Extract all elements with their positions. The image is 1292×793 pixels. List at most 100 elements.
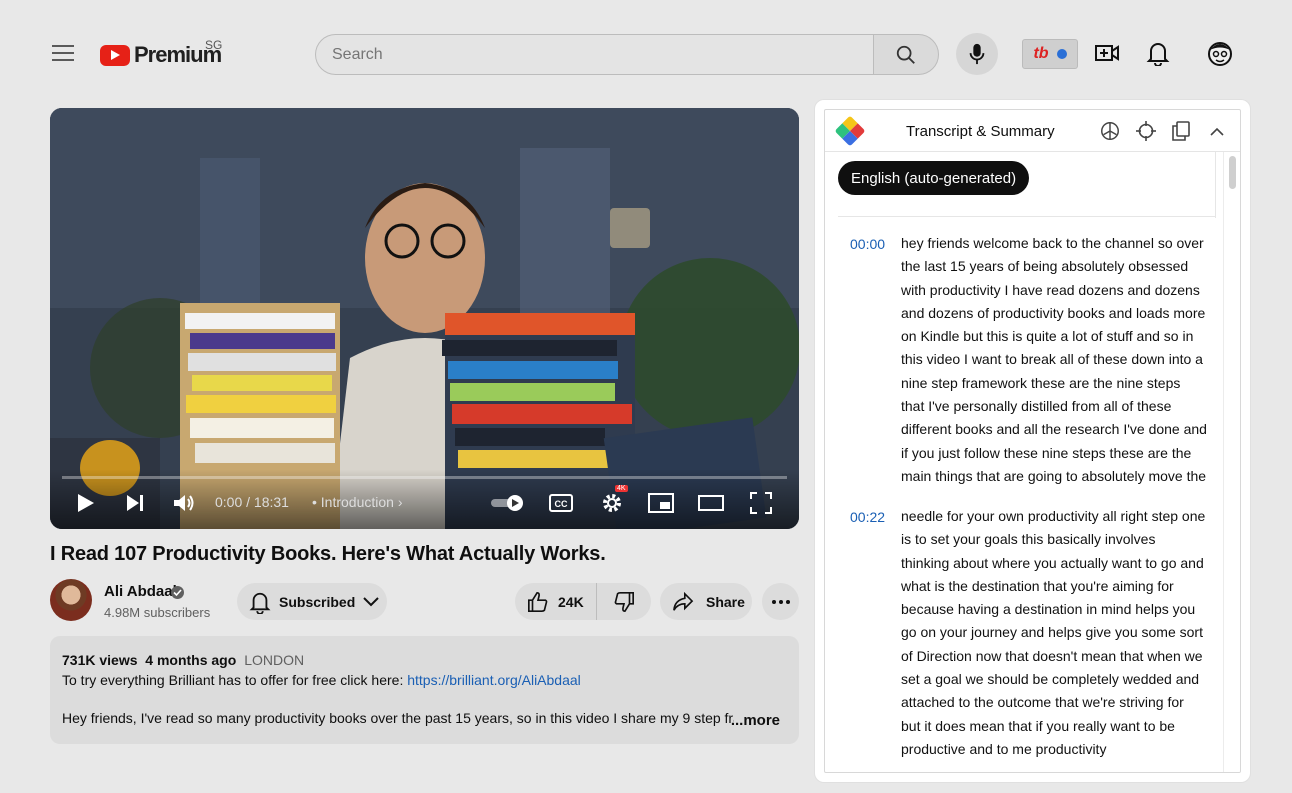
description-line: To try everything Brilliant has to offer… [62,672,787,688]
chapter-title[interactable]: • Introduction › [312,494,403,510]
extension-logo-icon: tb [1033,45,1049,62]
brilliant-link[interactable]: https://brilliant.org/AliAbdaal [407,672,581,688]
notifications-button[interactable] [1146,40,1172,68]
description-text: Hey friends, I've read so many productiv… [62,710,734,726]
captions-button[interactable]: CC [549,489,573,517]
autoplay-icon [491,495,523,511]
scrollbar-thumb[interactable] [1229,156,1236,189]
share-button[interactable]: Share [660,583,752,620]
volume-button[interactable] [172,489,196,517]
transcript-panel-inner: Transcript & Summary English (auto-gener… [824,109,1241,773]
share-icon [673,591,694,611]
extension-button[interactable]: tb [1022,39,1078,69]
chatgpt-icon [1101,122,1119,140]
divider [838,216,1216,217]
thumbs-down-icon [614,591,634,612]
avatar-icon [1208,42,1232,66]
channel-name[interactable]: Ali Abdaal [104,583,177,600]
video-player[interactable]: 0:00 / 18:31 • Introduction › CC 4K [50,108,799,529]
verified-badge-icon [171,586,184,599]
play-icon [78,494,94,512]
settings-button[interactable]: 4K [598,485,628,517]
extension-status-dot [1056,49,1067,59]
bell-icon [1146,43,1170,67]
like-dislike-group: 24K [515,583,651,620]
location-label: LONDON [244,652,305,668]
chevron-down-icon [363,596,379,606]
menu-button[interactable] [50,40,76,66]
segment-text: hey friends welcome back to the channel … [901,235,1207,484]
chatgpt-summary-button[interactable] [1099,120,1121,142]
channel-avatar[interactable] [50,579,92,621]
upload-age: 4 months ago [145,652,237,668]
segment-timestamp[interactable]: 00:22 [850,509,885,525]
copy-transcript-button[interactable] [1170,120,1192,142]
search-button[interactable] [873,34,939,75]
miniplayer-icon [648,493,674,513]
divider [1215,152,1216,218]
subscribed-label: Subscribed [279,593,356,610]
more-actions-button[interactable] [762,583,799,620]
transcript-scrollbar[interactable] [1223,152,1240,772]
search-icon [896,45,915,64]
dislike-button[interactable] [597,583,651,620]
miniplayer-button[interactable] [648,489,674,517]
theater-icon [698,495,724,511]
quality-badge: 4K [615,485,628,492]
progress-bar[interactable] [62,476,787,479]
youtube-premium-logo[interactable]: Premium SG [100,38,222,68]
player-controls: 0:00 / 18:31 • Introduction › CC 4K [50,469,799,529]
bell-icon [249,592,271,614]
locate-timestamp-button[interactable] [1135,120,1157,142]
thumbs-up-icon [528,591,548,612]
description-meta: 731K views 4 months ago LONDON [62,652,787,668]
logo-region: SG [205,38,223,52]
copy-icon [1172,121,1190,141]
extension-logo-icon [834,115,866,147]
more-horizontal-icon [771,599,790,604]
menu-icon-line [52,59,74,61]
search-input[interactable] [315,34,875,75]
voice-search-button[interactable] [956,33,998,75]
video-title: I Read 107 Productivity Books. Here's Wh… [50,543,606,565]
collapse-panel-button[interactable] [1206,120,1228,142]
like-button[interactable]: 24K [515,583,597,620]
time-display: 0:00 / 18:31 [215,494,289,510]
fullscreen-button[interactable] [749,489,773,517]
language-selector[interactable]: English (auto-generated) [838,161,1030,195]
menu-icon-line [52,45,74,47]
view-count: 731K views [62,652,138,668]
next-button[interactable] [124,489,146,517]
captions-icon: CC [549,494,573,512]
volume-icon [174,495,194,511]
description-line: Hey friends, I've read so many productiv… [62,710,734,726]
transcript-panel: Transcript & Summary English (auto-gener… [815,100,1250,782]
show-more-button[interactable]: ...more [731,712,780,729]
crosshair-icon [1136,121,1156,141]
menu-icon-line [52,52,74,54]
play-button[interactable] [76,489,96,517]
transcript-title: Transcript & Summary [906,123,1055,140]
description-box[interactable]: 731K views 4 months ago LONDON To try ev… [50,636,799,744]
account-avatar[interactable] [1205,38,1235,70]
theater-mode-button[interactable] [697,489,725,517]
description-text: To try everything Brilliant has to offer… [62,672,408,688]
chapter-label: Introduction [320,494,394,510]
like-count: 24K [558,593,584,610]
masthead: Premium SG tb [0,0,1292,108]
segment-text: needle for your own productivity all rig… [901,508,1206,757]
microphone-icon [969,43,985,65]
create-button[interactable] [1094,40,1122,68]
video-frame [50,108,799,529]
svg-text:CC: CC [555,499,568,509]
share-label: Share [706,593,745,610]
autoplay-toggle[interactable] [490,489,526,517]
subscribed-button[interactable]: Subscribed [237,583,387,620]
transcript-header: Transcript & Summary [825,110,1240,152]
chevron-up-icon [1210,127,1224,136]
fullscreen-icon [750,492,772,514]
gear-icon [603,494,621,512]
next-icon [127,495,143,511]
youtube-play-icon [100,44,130,66]
segment-timestamp[interactable]: 00:00 [850,236,885,252]
